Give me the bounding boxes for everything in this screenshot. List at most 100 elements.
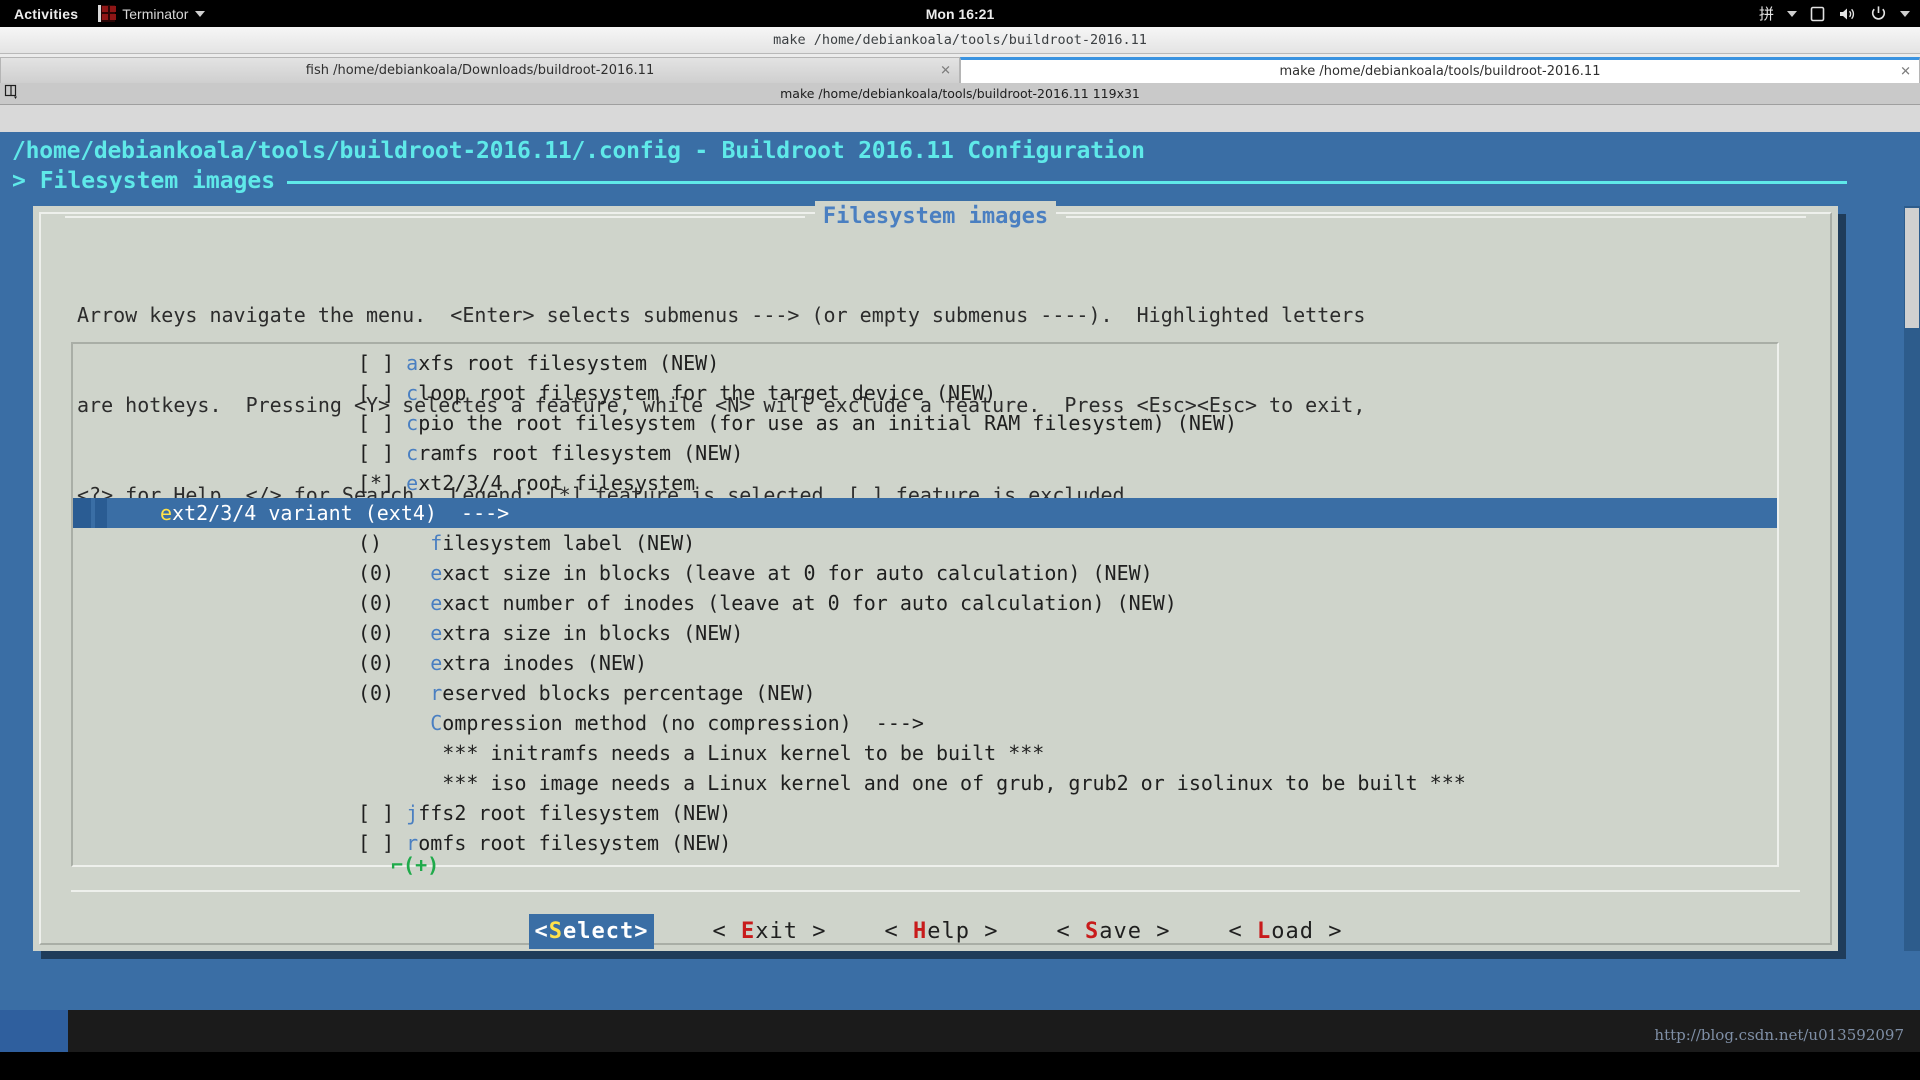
menu-item-prefix [358,711,430,735]
menu-item-label: ramfs root filesystem (NEW) [418,441,744,465]
menu-item[interactable]: [ ] axfs root filesystem (NEW) [73,348,1777,378]
volume-icon[interactable] [1838,6,1857,22]
dialog-title: Filesystem images [814,201,1057,232]
breadcrumb-text: > Filesystem images [12,168,276,194]
tab-label: make /home/debiankoala/tools/buildroot-2… [1279,64,1601,79]
menu-item-label: omfs root filesystem (NEW) [418,831,732,855]
power-icon[interactable] [1870,5,1887,22]
menu-item[interactable]: Compression method (no compression) ---> [73,708,1777,738]
button-hotkey: H [912,919,928,944]
menu-item-prefix: [ ] [358,411,407,435]
button-label: oad [1271,919,1314,944]
menu-item[interactable]: (0) reserved blocks percentage (NEW) [73,678,1777,708]
button-xit[interactable]: < Exit > [712,916,826,947]
menu-item-selected[interactable]: ext2/3/4 variant (ext4) ---> [73,498,1777,528]
menu-item-hotkey: C [430,711,443,735]
menu-item-prefix: (0) [358,651,431,675]
system-tray: 拼 [1759,0,1910,27]
terminal-pane-titlebar: make /home/debiankoala/tools/buildroot-2… [0,83,1920,105]
scrollbar-thumb[interactable] [1905,208,1919,328]
menu-item[interactable]: [ ] romfs root filesystem (NEW) [73,828,1777,858]
menu-item-hotkey: e [160,501,173,525]
system-menu-chevron-icon[interactable] [1900,10,1910,17]
selection-marker-secondary [95,498,107,528]
menu-item[interactable]: [ ] cramfs root filesystem (NEW) [73,438,1777,468]
breadcrumb-rule [287,181,1848,184]
menu-item-label: loop root filesystem for the target devi… [418,381,997,405]
menu-item[interactable]: [*] ext2/3/4 root filesystem [73,468,1777,498]
menu-item-hotkey: c [406,411,419,435]
button-label: ave [1099,919,1142,944]
button-label: xit [755,919,798,944]
activities-button[interactable]: Activities [0,6,92,22]
menu-item-prefix [358,741,442,765]
button-elect-selected[interactable]: <Select> [528,914,655,949]
menu-item[interactable]: [ ] jffs2 root filesystem (NEW) [73,798,1777,828]
menu-item-prefix: () [358,531,431,555]
button-separator [71,890,1800,892]
button-oad[interactable]: < Load > [1228,916,1342,947]
menu-item[interactable]: [ ] cpio the root filesystem (for use as… [73,408,1777,438]
menu-item[interactable]: () filesystem label (NEW) [73,528,1777,558]
menu-item[interactable]: (0) extra inodes (NEW) [73,648,1777,678]
menu-item-label: xfs root filesystem (NEW) [418,351,720,375]
menu-item-label: ilesystem label (NEW) [442,531,696,555]
tab-bar: fish /home/debiankoala/Downloads/buildro… [0,54,1920,83]
menu-item-prefix: (0) [358,561,431,585]
menu-item[interactable]: [ ] cloop root filesystem for the target… [73,378,1777,408]
menu-item-label: ffs2 root filesystem (NEW) [418,801,732,825]
menu-list: [ ] axfs root filesystem (NEW)[ ] cloop … [73,348,1777,858]
menu-item[interactable]: (0) exact size in blocks (leave at 0 for… [73,558,1777,588]
button-hotkey: L [1256,919,1272,944]
menu-item-prefix: [ ] [358,801,407,825]
menu-item-prefix: (0) [358,591,431,615]
menu-item-label: xt2/3/4 root filesystem [418,471,696,495]
terminal-title-text: make /home/debiankoala/tools/buildroot-2… [780,86,1140,101]
menuconfig-dialog: Filesystem images Arrow keys navigate th… [33,201,1838,951]
dialog-inner-frame: Filesystem images Arrow keys navigate th… [39,201,1832,949]
button-label: elect [563,919,635,944]
watermark: http://blog.csdn.net/u013592097 [1654,1026,1904,1044]
button-label: elp [927,919,970,944]
clock[interactable]: Mon 16:21 [0,6,1920,22]
menu-item-hotkey: f [430,531,443,555]
menu-item-label: xtra inodes (NEW) [442,651,647,675]
menu-item-label: xtra size in blocks (NEW) [442,621,744,645]
dialog-title-row: Filesystem images [41,201,1830,232]
app-menu-terminator[interactable]: Terminator [92,5,211,22]
menu-item-hotkey: e [430,651,443,675]
menu-item-hotkey: a [406,351,419,375]
button-bracket-close: > [634,919,649,944]
tab-make-tools[interactable]: make /home/debiankoala/tools/buildroot-2… [960,57,1920,83]
menu-item-label: xact number of inodes (leave at 0 for au… [442,591,1177,615]
menu-item-label: *** iso image needs a Linux kernel and o… [442,771,1466,795]
tab-fish-downloads[interactable]: fish /home/debiankoala/Downloads/buildro… [0,57,960,83]
button-elp[interactable]: < Help > [884,916,998,947]
bottom-strip-inner [68,1010,1920,1052]
bottom-strip [0,1010,1920,1052]
tab-close-icon[interactable]: ✕ [1900,65,1911,78]
tab-close-icon[interactable]: ✕ [940,64,951,77]
button-ave[interactable]: < Save > [1056,916,1170,947]
ime-indicator-icon[interactable]: 拼 [1759,3,1774,24]
display-icon[interactable] [1810,6,1825,22]
terminal-scrollbar[interactable] [1904,206,1920,951]
menu-item-label: ext2/3/4 variant (ext4) ---> [160,501,510,525]
gnome-top-bar: Activities Terminator Mon 16:21 拼 [0,0,1920,27]
menu-item-hotkey: r [430,681,443,705]
button-bracket-open: < [534,919,549,944]
menu-item[interactable]: (0) extra size in blocks (NEW) [73,618,1777,648]
button-hotkey: S [1084,919,1100,944]
button-bracket-open: < [712,919,741,944]
terminator-window: make /home/debiankoala/tools/buildroot-2… [0,27,1920,1052]
dialog-title-dash-right [1066,215,1807,218]
menu-item: *** initramfs needs a Linux kernel to be… [73,738,1777,768]
menu-item-hotkey: c [406,381,419,405]
menu-item-prefix: [ ] [358,441,407,465]
button-bracket-close: > [797,919,827,944]
menu-item[interactable]: (0) exact number of inodes (leave at 0 f… [73,588,1777,618]
tab-label: fish /home/debiankoala/Downloads/buildro… [305,63,655,78]
ime-chevron-icon[interactable] [1787,10,1797,17]
menu-item-hotkey: e [406,471,419,495]
menu-item-hotkey: e [430,621,443,645]
